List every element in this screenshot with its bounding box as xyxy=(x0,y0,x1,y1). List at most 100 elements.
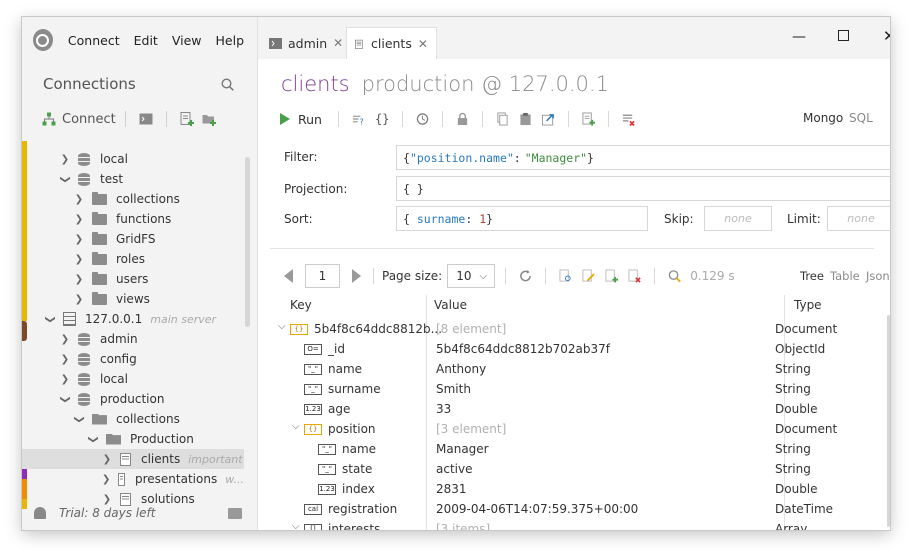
tree-item-functions[interactable]: ❯ functions xyxy=(22,209,244,229)
sql-mode-toggle[interactable]: SQL xyxy=(849,111,873,125)
chevron-right-icon[interactable]: ❯ xyxy=(60,354,70,365)
tab-clients[interactable]: clients ✕ xyxy=(346,27,437,59)
chevron-right-icon[interactable]: ❯ xyxy=(60,374,70,385)
search-icon[interactable] xyxy=(221,78,234,91)
find-icon[interactable] xyxy=(668,269,681,283)
previous-page-icon[interactable] xyxy=(284,269,293,283)
column-header-value[interactable]: Value xyxy=(434,298,467,312)
shell-icon[interactable] xyxy=(139,112,153,126)
tree-grid-row[interactable]: 1.23 index 2831 Double xyxy=(258,479,858,499)
grid-scrollbar[interactable] xyxy=(887,315,890,527)
clear-icon[interactable] xyxy=(622,112,636,126)
tree-grid-row[interactable]: 1.23 age 33 Double xyxy=(258,399,858,419)
tree-item-views[interactable]: ❯ views xyxy=(22,289,244,309)
chevron-down-icon[interactable]: ⌵ xyxy=(292,521,300,530)
run-button[interactable]: Run xyxy=(298,112,322,127)
tree-grid-row[interactable]: ⌵ [] interests [3 items] Array xyxy=(258,519,858,530)
menu-view[interactable]: View xyxy=(172,33,202,48)
tree-item-clients[interactable]: ❯ clients important xyxy=(22,449,244,469)
braces-icon[interactable]: {} xyxy=(375,112,389,126)
page-size-select[interactable]: 10 ⌵ xyxy=(447,264,496,288)
projection-input[interactable]: { } xyxy=(396,176,890,201)
minimize-button[interactable]: — xyxy=(792,29,806,45)
menu-connect[interactable]: Connect xyxy=(68,33,120,48)
filter-input[interactable]: {"position.name": "Manager"} xyxy=(396,145,890,170)
refresh-icon[interactable] xyxy=(519,269,532,283)
column-header-type[interactable]: Type xyxy=(794,298,822,312)
tree-item-admin[interactable]: ❯ admin xyxy=(22,329,244,349)
tree-item-presentations[interactable]: ❯ presentations w... xyxy=(22,469,244,489)
chevron-right-icon[interactable]: ❯ xyxy=(102,454,112,465)
play-icon[interactable] xyxy=(280,113,290,125)
tree-item-roles[interactable]: ❯ roles xyxy=(22,249,244,269)
tree-item-collections[interactable]: ❯ collections xyxy=(22,189,244,209)
chevron-down-icon[interactable]: ⌵ xyxy=(278,321,286,332)
tree-item-gridfs[interactable]: ❯ GridFS xyxy=(22,229,244,249)
add-document-icon[interactable] xyxy=(582,112,596,126)
query-assist-icon[interactable]: ? xyxy=(352,112,365,126)
chevron-right-icon[interactable]: ❯ xyxy=(102,494,112,505)
chevron-down-icon[interactable]: ❯ xyxy=(60,394,71,404)
tree-item-test[interactable]: ❯ test xyxy=(22,169,244,189)
copy-icon[interactable] xyxy=(496,112,509,126)
maximize-button[interactable] xyxy=(838,30,849,41)
chevron-right-icon[interactable]: ❯ xyxy=(74,194,84,205)
tree-item-local[interactable]: ❯ local xyxy=(22,369,244,389)
delete-document-icon[interactable] xyxy=(628,269,641,283)
column-header-key[interactable]: Key xyxy=(290,298,312,312)
chevron-down-icon[interactable]: ❯ xyxy=(88,434,99,444)
chevron-right-icon[interactable]: ❯ xyxy=(74,294,84,305)
close-button[interactable]: ✕ xyxy=(883,27,890,45)
next-page-icon[interactable] xyxy=(352,269,361,283)
tree-scrollbar[interactable] xyxy=(245,157,250,327)
tree-grid-row[interactable]: ⌵ {} 5b4f8c64ddc8812b... [8 element] Documen… xyxy=(258,319,858,339)
chevron-right-icon[interactable]: ❯ xyxy=(74,214,84,225)
tree-item-users[interactable]: ❯ users xyxy=(22,269,244,289)
chevron-down-icon[interactable]: ❯ xyxy=(45,314,56,324)
tree-grid-row[interactable]: cal registration 2009-04-06T14:07:59.375+0… xyxy=(258,499,858,519)
view-mode-json[interactable]: Json xyxy=(866,269,890,283)
menu-edit[interactable]: Edit xyxy=(134,33,158,48)
sort-input[interactable]: { surname: 1} xyxy=(396,206,648,231)
paste-icon[interactable] xyxy=(519,112,532,126)
add-connection-icon[interactable] xyxy=(180,112,194,126)
export-icon[interactable] xyxy=(542,112,555,126)
tab-admin[interactable]: admin ✕ xyxy=(261,27,351,59)
add-folder-icon[interactable] xyxy=(202,112,216,126)
chat-icon[interactable] xyxy=(228,508,242,519)
history-icon[interactable] xyxy=(416,112,429,126)
view-mode-table[interactable]: Table xyxy=(830,269,860,283)
chevron-right-icon[interactable]: ❯ xyxy=(74,254,84,265)
close-icon[interactable]: ✕ xyxy=(418,37,428,51)
chevron-down-icon[interactable]: ❯ xyxy=(74,414,85,424)
tree-item-server[interactable]: ❯ 127.0.0.1 main server xyxy=(22,309,244,329)
tree-grid-row[interactable]: "_" name Anthony String xyxy=(258,359,858,379)
tree-grid-row[interactable]: "_" name Manager String xyxy=(258,439,858,459)
chevron-right-icon[interactable]: ❯ xyxy=(74,234,84,245)
connect-button[interactable]: Connect xyxy=(62,112,116,127)
chevron-down-icon[interactable]: ⌵ xyxy=(292,421,300,432)
limit-input[interactable]: none xyxy=(827,206,890,231)
view-document-icon[interactable] xyxy=(559,269,572,283)
lock-icon[interactable] xyxy=(456,112,469,126)
tree-grid-row[interactable]: ⌵ {} position [3 element] Document xyxy=(258,419,858,439)
tree-item-config[interactable]: ❯ config xyxy=(22,349,244,369)
mongo-mode-toggle[interactable]: Mongo xyxy=(803,111,843,125)
edit-document-icon[interactable] xyxy=(582,269,595,283)
tree-item-production[interactable]: ❯ production xyxy=(22,389,244,409)
chevron-right-icon[interactable]: ❯ xyxy=(60,154,70,165)
chevron-right-icon[interactable]: ❯ xyxy=(60,334,70,345)
view-mode-tree[interactable]: Tree xyxy=(800,269,824,283)
add-document-icon[interactable] xyxy=(605,269,619,283)
tree-grid-row[interactable]: "_" surname Smith String xyxy=(258,379,858,399)
chevron-right-icon[interactable]: ❯ xyxy=(74,274,84,285)
close-icon[interactable]: ✕ xyxy=(333,36,343,50)
tree-grid-row[interactable]: O= _id 5b4f8c64ddc8812b702ab37f ObjectId xyxy=(258,339,858,359)
menu-help[interactable]: Help xyxy=(216,33,245,48)
tree-grid-row[interactable]: "_" state active String xyxy=(258,459,858,479)
tree-item-production-folder[interactable]: ❯ Production xyxy=(22,429,244,449)
chevron-right-icon[interactable]: ❯ xyxy=(102,474,110,485)
page-number-input[interactable]: 1 xyxy=(305,264,340,288)
chevron-down-icon[interactable]: ❯ xyxy=(60,174,71,184)
tree-item-collections[interactable]: ❯ collections xyxy=(22,409,244,429)
